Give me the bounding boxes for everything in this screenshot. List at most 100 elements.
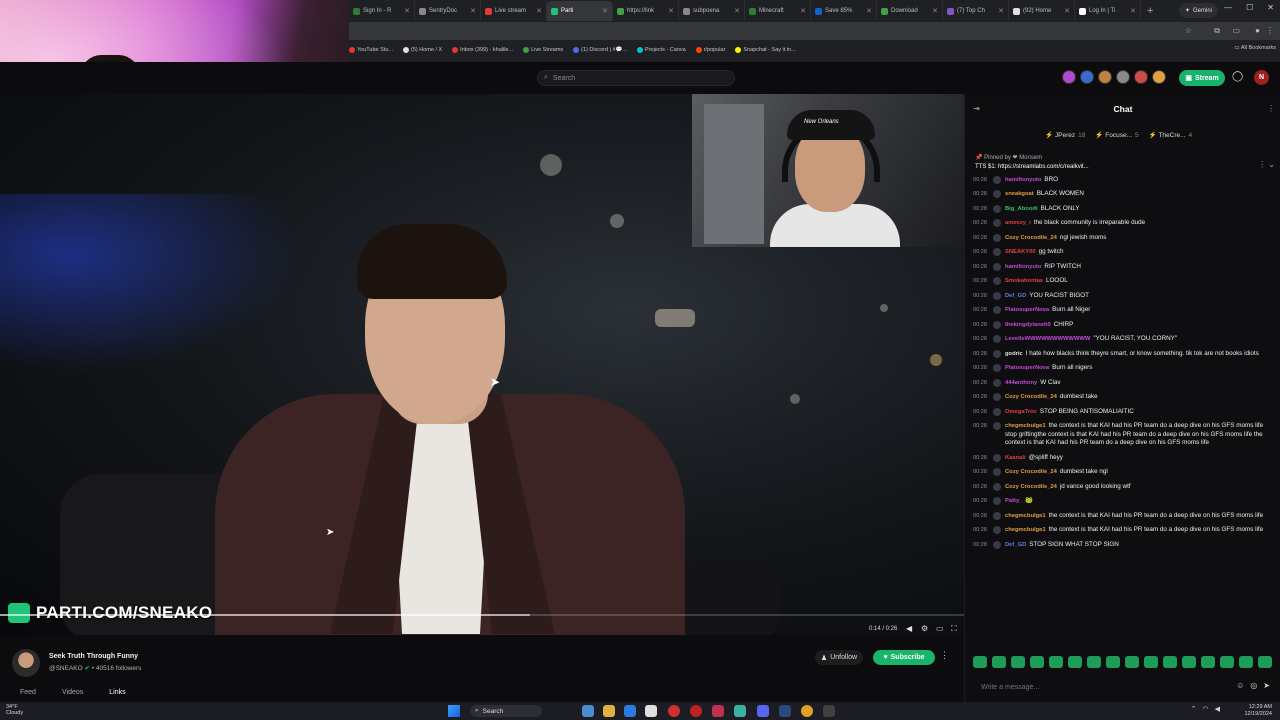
close-tab-icon[interactable]: ✕ xyxy=(602,7,608,15)
messages-icon[interactable]: ◯ xyxy=(1232,71,1243,82)
more-options-icon[interactable]: ⋮ xyxy=(940,650,949,661)
volume-icon[interactable]: ◀ xyxy=(906,624,912,633)
close-tab-icon[interactable]: ✕ xyxy=(866,7,872,15)
frog-emote-icon[interactable] xyxy=(1182,656,1196,668)
frog-emote-icon[interactable] xyxy=(1030,656,1044,668)
bookmark-item[interactable]: (1) Discord | #💬... xyxy=(573,47,627,53)
channel-tab-links[interactable]: Links xyxy=(109,689,125,696)
close-tab-icon[interactable]: ✕ xyxy=(536,7,542,15)
frog-emote-icon[interactable] xyxy=(1220,656,1234,668)
message-username[interactable]: Kaanali xyxy=(1005,455,1026,461)
send-icon[interactable]: ➤ xyxy=(1263,681,1270,690)
bookmark-item[interactable]: Snapchat - Say it in... xyxy=(735,47,796,53)
message-username[interactable]: Cozy Crocodile_24 xyxy=(1005,394,1057,400)
message-username[interactable]: chegmcbulge1 xyxy=(1005,527,1046,533)
close-tab-icon[interactable]: ✕ xyxy=(404,7,410,15)
close-tab-icon[interactable]: ✕ xyxy=(1130,7,1136,15)
tray-chevron-icon[interactable]: ⌃ xyxy=(1191,705,1197,713)
speaker-icon[interactable]: ◀ xyxy=(1215,705,1220,713)
channel-avatar[interactable] xyxy=(12,649,40,677)
browser-tab[interactable]: Parti ✕ xyxy=(547,1,613,21)
extensions-icon[interactable]: ⧉ xyxy=(1214,26,1220,36)
message-username[interactable]: Cozy Crocodile_24 xyxy=(1005,484,1057,490)
message-username[interactable]: Big_Aboodi xyxy=(1005,206,1038,212)
browser-tab[interactable]: Log In | Ti ✕ xyxy=(1075,1,1141,21)
user-avatar[interactable]: N xyxy=(1254,70,1269,85)
weather-widget[interactable]: 34°F Cloudy xyxy=(6,704,23,716)
browser-tab[interactable]: https://link ✕ xyxy=(613,1,679,21)
close-tab-icon[interactable]: ✕ xyxy=(470,7,476,15)
bookmark-item[interactable]: YouTube Stu... xyxy=(349,47,393,53)
search-input[interactable]: ⌕ Search xyxy=(537,70,735,86)
browser-tab[interactable]: subpoena ✕ xyxy=(679,1,745,21)
capcut-icon[interactable] xyxy=(712,705,724,717)
browser-tab[interactable]: Download ✕ xyxy=(877,1,943,21)
close-tab-icon[interactable]: ✕ xyxy=(668,7,674,15)
gif-icon[interactable]: ◎ xyxy=(1250,681,1257,690)
browser-tab[interactable]: Live stream ✕ xyxy=(481,1,547,21)
message-username[interactable]: chegmcbulge1 xyxy=(1005,513,1046,519)
browser-menu-icon[interactable]: ⋮ xyxy=(1266,26,1274,35)
frog-emote-icon[interactable] xyxy=(1049,656,1063,668)
message-username[interactable]: ameezy_i xyxy=(1005,220,1031,226)
browser-tab[interactable]: Sign In - R ✕ xyxy=(349,1,415,21)
live-friend-avatar[interactable] xyxy=(1098,70,1112,84)
opera-icon[interactable] xyxy=(668,705,680,717)
message-username[interactable]: PlatosuperNova xyxy=(1005,365,1049,371)
live-friend-avatar[interactable] xyxy=(1080,70,1094,84)
chrome-icon[interactable] xyxy=(801,705,813,717)
browser-tab[interactable]: SentryDoc ✕ xyxy=(415,1,481,21)
frog-emote-icon[interactable] xyxy=(1144,656,1158,668)
unfollow-button[interactable]: ♟ Unfollow xyxy=(815,650,863,665)
message-username[interactable]: 444anthony xyxy=(1005,380,1037,386)
browser-tab[interactable]: Save 85% ✕ xyxy=(811,1,877,21)
close-tab-icon[interactable]: ✕ xyxy=(1064,7,1070,15)
message-username[interactable]: Patty_ xyxy=(1005,498,1022,504)
file-explorer-icon[interactable] xyxy=(603,705,615,717)
frog-emote-icon[interactable] xyxy=(992,656,1006,668)
bookmark-item[interactable]: Inbox (399) - khalile... xyxy=(452,47,513,53)
close-tab-icon[interactable]: ✕ xyxy=(800,7,806,15)
frog-emote-icon[interactable] xyxy=(1258,656,1272,668)
close-tab-icon[interactable]: ✕ xyxy=(932,7,938,15)
minimize-icon[interactable]: — xyxy=(1224,3,1232,12)
frog-emote-icon[interactable] xyxy=(973,656,987,668)
pinned-text[interactable]: TTS $1: https://streamlabs.com/c/realkvi… xyxy=(975,164,1275,170)
taskbar-app-icon[interactable] xyxy=(582,705,594,717)
theater-mode-icon[interactable]: ▭ xyxy=(936,624,944,633)
message-username[interactable]: Def_GD xyxy=(1005,542,1026,548)
maximize-icon[interactable]: ☐ xyxy=(1246,3,1253,12)
browser-tab[interactable]: Minecraft ✕ xyxy=(745,1,811,21)
pinned-options-icon[interactable]: ⋮ ⌄ xyxy=(1258,160,1275,169)
bookmark-item[interactable]: Projects - Canva xyxy=(637,47,686,53)
message-username[interactable]: LevelleWWWWWWWWWWWW xyxy=(1005,336,1090,342)
message-username[interactable]: SNEAKY00 xyxy=(1005,249,1036,255)
live-friend-avatar[interactable] xyxy=(1134,70,1148,84)
stream-button[interactable]: ▣ Stream xyxy=(1179,70,1225,86)
frog-emote-icon[interactable] xyxy=(1163,656,1177,668)
bookmark-item[interactable]: (5) Home / X xyxy=(402,47,442,53)
app-icon[interactable] xyxy=(734,705,746,717)
settings-icon[interactable]: ⚙ xyxy=(921,624,928,633)
frog-emote-icon[interactable] xyxy=(1087,656,1101,668)
wifi-icon[interactable]: ◠ xyxy=(1203,705,1209,713)
browser-tab[interactable]: (92) Home ✕ xyxy=(1009,1,1075,21)
live-friend-avatar[interactable] xyxy=(1062,70,1076,84)
frog-emote-icon[interactable] xyxy=(1201,656,1215,668)
frog-emote-icon[interactable] xyxy=(1239,656,1253,668)
obs-icon[interactable] xyxy=(690,705,702,717)
close-tab-icon[interactable]: ✕ xyxy=(998,7,1004,15)
fullscreen-icon[interactable]: ⛶ xyxy=(951,624,957,634)
chat-input[interactable]: Write a message... xyxy=(973,679,1275,695)
message-username[interactable]: sneakgoat xyxy=(1005,191,1034,197)
taskbar-clock[interactable]: 12:29 AM 12/19/2024 xyxy=(1244,704,1272,717)
leaderboard-entry[interactable]: ⚡ Focuse... 5 xyxy=(1095,131,1138,139)
close-window-icon[interactable]: ✕ xyxy=(1267,3,1274,12)
leaderboard-entry[interactable]: ⚡ TheCre... 4 xyxy=(1149,131,1193,139)
subscribe-button[interactable]: ♥ Subscribe xyxy=(873,650,935,665)
message-username[interactable]: OmegaTroc xyxy=(1005,409,1037,415)
message-username[interactable]: Cozy Crocodile_24 xyxy=(1005,469,1057,475)
bookmark-item[interactable]: Live Streams xyxy=(523,47,563,53)
message-username[interactable]: Def_GD xyxy=(1005,293,1026,299)
profile-icon[interactable]: ● xyxy=(1255,26,1260,35)
